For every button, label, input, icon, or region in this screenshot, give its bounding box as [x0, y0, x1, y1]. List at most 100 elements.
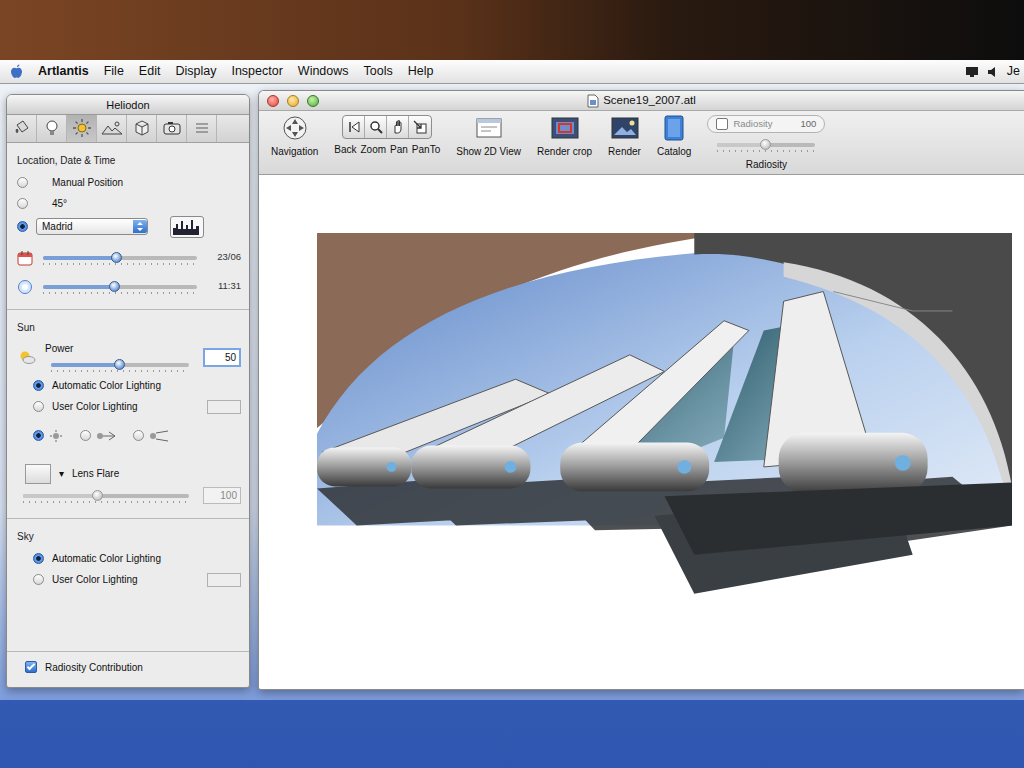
render-preview[interactable] — [317, 233, 1012, 629]
app-menu[interactable]: Artlantis — [38, 62, 89, 81]
zoom-button[interactable] — [307, 95, 319, 107]
date-reading: 23/06 — [207, 250, 241, 264]
radiosity-field[interactable]: Radiosity100 — [707, 115, 825, 133]
document-icon — [587, 94, 599, 108]
show-2d-view-button[interactable]: Show 2D View — [456, 115, 521, 159]
view-tools-labels: BackZoomPanPanTo — [334, 142, 440, 157]
radio-button[interactable] — [33, 380, 44, 391]
color-swatch[interactable] — [207, 573, 241, 587]
palette-tab[interactable] — [187, 115, 217, 142]
lighting-label[interactable]: Automatic Color Lighting — [52, 378, 161, 393]
slider[interactable] — [51, 363, 189, 367]
heliodon-palette[interactable]: HeliodonLocation, Date & TimeManual Posi… — [6, 94, 250, 688]
radiosity-checkbox[interactable] — [716, 118, 728, 130]
catalog-icon — [659, 115, 689, 141]
menu-item[interactable]: Inspector — [231, 62, 282, 81]
sky-histogram-icon[interactable] — [170, 216, 204, 238]
option-label[interactable]: Manual Position — [52, 175, 123, 190]
slider-thumb[interactable] — [114, 359, 125, 370]
toolbar-label: Catalog — [657, 144, 691, 159]
radio-button[interactable] — [33, 553, 44, 564]
toolbar-label: Render crop — [537, 144, 592, 159]
pan-button[interactable] — [387, 116, 409, 138]
power-control: Power — [45, 341, 195, 374]
close-button[interactable] — [267, 95, 279, 107]
preview-viewport[interactable] — [259, 175, 1024, 689]
radio-button[interactable] — [33, 574, 44, 585]
navigation-button[interactable]: Navigation — [271, 115, 318, 159]
sun-mode[interactable] — [33, 430, 64, 442]
back-button[interactable] — [343, 116, 365, 138]
section-heading: Sky — [17, 529, 241, 544]
lens-flare-preview[interactable] — [25, 464, 51, 484]
palette-tab[interactable] — [37, 115, 67, 142]
radio-button[interactable] — [33, 401, 44, 412]
toolbar-label: Back — [334, 142, 356, 157]
render-crop-button[interactable]: Render crop — [537, 115, 592, 159]
sun-icon — [17, 349, 37, 365]
sun-mode[interactable] — [80, 430, 117, 442]
radiosity-field-label: Radiosity — [733, 117, 772, 131]
slider-thumb[interactable] — [92, 490, 103, 501]
scene-window[interactable]: Scene19_2007.atlNavigationBackZoomPanPan… — [258, 90, 1024, 690]
slider[interactable] — [717, 143, 815, 147]
speaker-icon[interactable] — [987, 66, 999, 78]
menu-item[interactable]: Display — [175, 62, 216, 81]
lighting-label[interactable]: User Color Lighting — [52, 572, 138, 587]
slider-thumb[interactable] — [760, 139, 771, 150]
sun-mode[interactable] — [133, 430, 170, 442]
lens-flare-value: 100 — [203, 487, 241, 504]
slider[interactable] — [23, 494, 189, 498]
palette-tab[interactable] — [157, 115, 187, 142]
slider[interactable] — [43, 256, 197, 260]
color-swatch[interactable] — [207, 400, 241, 414]
palette-tab[interactable] — [7, 115, 37, 142]
radio-button[interactable] — [133, 430, 144, 441]
panto-button[interactable] — [409, 116, 431, 138]
menu-item[interactable]: Tools — [364, 62, 393, 81]
radio-button[interactable] — [80, 430, 91, 441]
power-value[interactable]: 50 — [203, 348, 241, 367]
zoom-button[interactable] — [365, 116, 387, 138]
menu-item[interactable]: Edit — [139, 62, 161, 81]
radiosity-control: Radiosity100Radiosity — [707, 115, 825, 172]
palette-tab[interactable] — [127, 115, 157, 142]
time-row: 11:31 — [17, 278, 241, 296]
display-icon[interactable] — [965, 66, 979, 78]
apple-icon[interactable] — [10, 64, 23, 79]
heliodon-icon — [72, 118, 92, 138]
lighting-label[interactable]: User Color Lighting — [52, 399, 138, 414]
radiosity-contribution-label[interactable]: Radiosity Contribution — [45, 660, 143, 675]
radio-button[interactable] — [17, 177, 28, 188]
option-row: Manual Position — [17, 174, 241, 192]
point-sun-icon — [48, 430, 64, 442]
option-label[interactable]: 45° — [52, 196, 67, 211]
radio-button[interactable] — [17, 198, 28, 209]
pan-icon — [391, 120, 405, 134]
menu-item[interactable]: Help — [408, 62, 434, 81]
menu-item[interactable]: Windows — [298, 62, 349, 81]
render-button[interactable]: Render — [608, 115, 641, 159]
light-icon — [43, 119, 61, 137]
material-icon — [13, 119, 31, 137]
radio-button[interactable] — [17, 221, 28, 232]
palette-tab[interactable] — [97, 115, 127, 142]
slider[interactable] — [43, 285, 197, 289]
catalog-button[interactable]: Catalog — [657, 115, 691, 159]
slider-thumb[interactable] — [109, 281, 120, 292]
separator — [7, 651, 250, 652]
radiosity-contribution-checkbox[interactable] — [25, 661, 37, 673]
menu-item[interactable]: File — [104, 62, 124, 81]
user-menu[interactable]: Je — [1007, 62, 1020, 81]
minimize-button[interactable] — [287, 95, 299, 107]
option-row: Madrid — [17, 216, 241, 238]
lens-flare-arrow[interactable]: ▾ — [59, 466, 64, 481]
toolbar-label: Pan — [390, 142, 408, 157]
radio-button[interactable] — [33, 430, 44, 441]
toolbar-label: Render — [608, 144, 641, 159]
lens-flare-label: Lens Flare — [72, 466, 119, 481]
city-select[interactable]: Madrid — [36, 218, 148, 235]
lighting-label[interactable]: Automatic Color Lighting — [52, 551, 161, 566]
palette-tab[interactable] — [67, 115, 97, 142]
slider-thumb[interactable] — [111, 252, 122, 263]
